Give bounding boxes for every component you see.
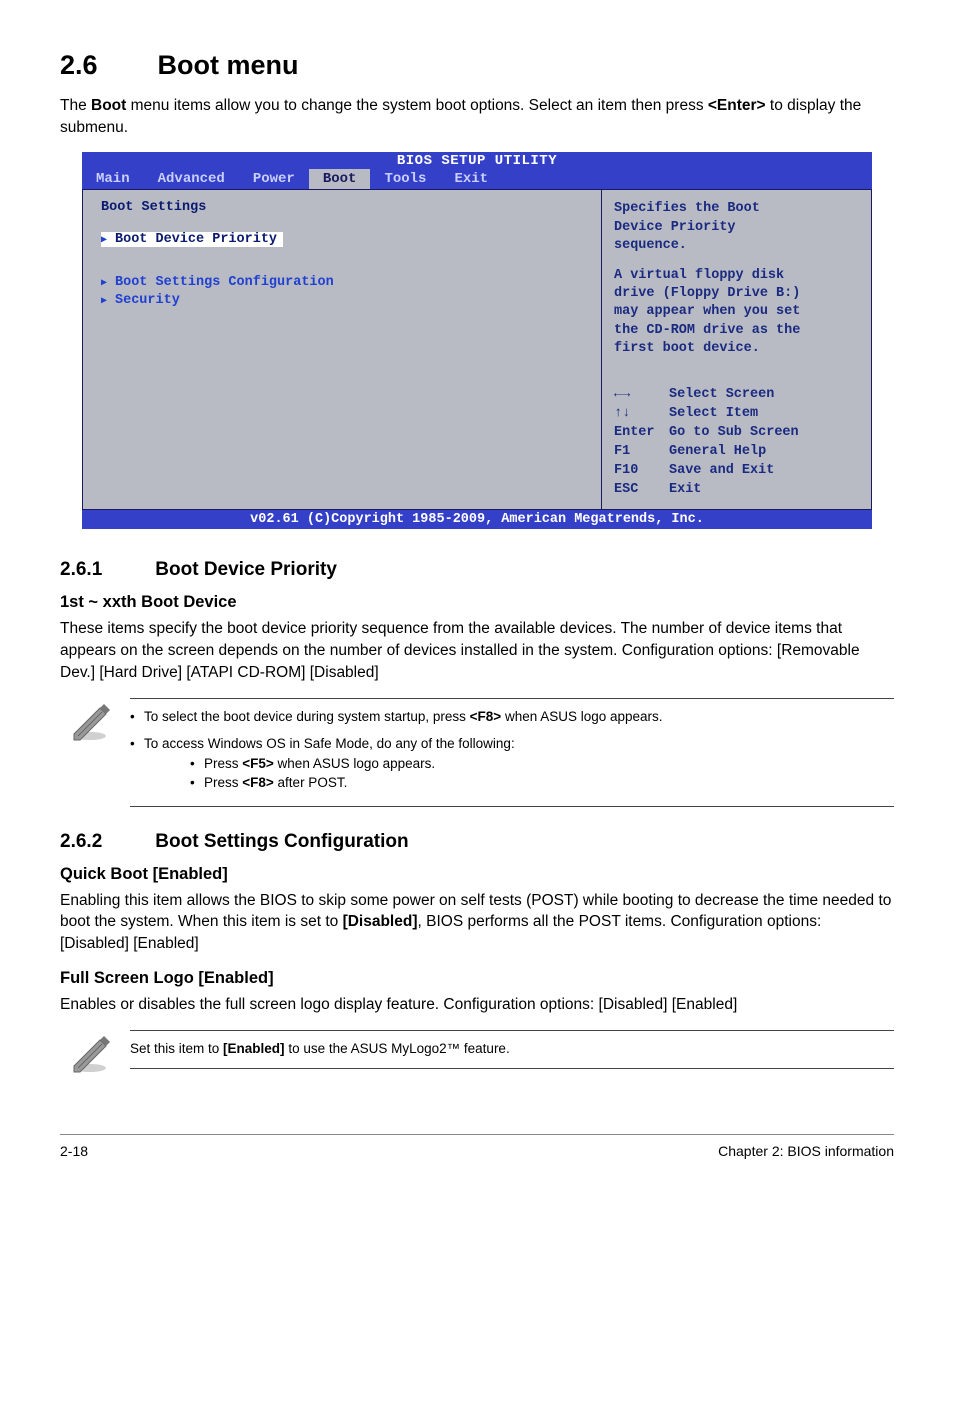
note-content-2: Set this item to [Enabled] to use the AS…: [130, 1030, 894, 1070]
section-number: 2.6: [60, 50, 150, 81]
note1-bullet1: To select the boot device during system …: [130, 707, 894, 727]
subsection-title-262: Boot Settings Configuration: [155, 831, 408, 852]
bios-key-legend: ←→Select Screen ↑↓Select Item EnterGo to…: [614, 386, 859, 499]
full-screen-logo-paragraph: Enables or disables the full screen logo…: [60, 994, 894, 1016]
subsection-262: 2.6.2 Boot Settings Configuration: [60, 831, 894, 853]
quick-boot-paragraph: Enabling this item allows the BIOS to sk…: [60, 890, 894, 955]
bios-left-pane: Boot Settings Boot Device Priority Boot …: [83, 190, 601, 509]
bios-item-security[interactable]: Security: [101, 293, 583, 308]
bios-tab-exit[interactable]: Exit: [440, 169, 502, 189]
full-screen-logo-heading: Full Screen Logo [Enabled]: [60, 969, 894, 988]
note-block-1: To select the boot device during system …: [60, 698, 894, 807]
section-title-text: Boot menu: [158, 50, 299, 80]
note1-sub1: Press <F5> when ASUS logo appears.: [144, 754, 894, 774]
bios-help-detail: A virtual floppy disk drive (Floppy Driv…: [614, 267, 859, 358]
intro-paragraph: The Boot menu items allow you to change …: [60, 95, 894, 138]
bios-footer: v02.61 (C)Copyright 1985-2009, American …: [82, 510, 872, 529]
bios-tab-advanced[interactable]: Advanced: [144, 169, 239, 189]
bios-tab-boot[interactable]: Boot: [309, 169, 371, 189]
bios-body: Boot Settings Boot Device Priority Boot …: [82, 189, 872, 510]
bios-item-boot-device-priority[interactable]: Boot Device Priority: [101, 232, 283, 247]
note-content-1: To select the boot device during system …: [130, 698, 894, 807]
subsection-num: 2.6.1: [60, 559, 150, 581]
subsection-num-262: 2.6.2: [60, 831, 150, 853]
bios-screenshot: BIOS SETUP UTILITY Main Advanced Power B…: [82, 152, 872, 529]
bios-panel-heading: Boot Settings: [101, 200, 583, 215]
quick-boot-heading: Quick Boot [Enabled]: [60, 865, 894, 884]
bios-tab-power[interactable]: Power: [239, 169, 309, 189]
bios-help-text: Specifies the Boot Device Priority seque…: [614, 200, 859, 255]
chapter-label: Chapter 2: BIOS information: [718, 1143, 894, 1159]
section-title: 2.6 Boot menu: [60, 50, 894, 81]
bios-tab-tools[interactable]: Tools: [370, 169, 440, 189]
page-footer: 2-18 Chapter 2: BIOS information: [60, 1134, 894, 1159]
boot-device-heading: 1st ~ xxth Boot Device: [60, 593, 894, 612]
bios-help-pane: Specifies the Boot Device Priority seque…: [601, 190, 871, 509]
note-block-2: Set this item to [Enabled] to use the AS…: [60, 1030, 894, 1074]
note1-bullet2: To access Windows OS in Safe Mode, do an…: [130, 734, 894, 793]
pencil-note-icon: [68, 698, 112, 742]
bios-tab-bar: Main Advanced Power Boot Tools Exit: [82, 169, 872, 189]
bios-item-boot-settings-config[interactable]: Boot Settings Configuration: [101, 275, 583, 290]
bios-title: BIOS SETUP UTILITY: [82, 152, 872, 169]
page-number: 2-18: [60, 1143, 88, 1159]
boot-device-paragraph: These items specify the boot device prio…: [60, 618, 894, 683]
subsection-title: Boot Device Priority: [155, 559, 337, 580]
note1-sub2: Press <F8> after POST.: [144, 773, 894, 793]
bios-tab-main[interactable]: Main: [82, 169, 144, 189]
pencil-note-icon: [68, 1030, 112, 1074]
subsection-261: 2.6.1 Boot Device Priority: [60, 559, 894, 581]
